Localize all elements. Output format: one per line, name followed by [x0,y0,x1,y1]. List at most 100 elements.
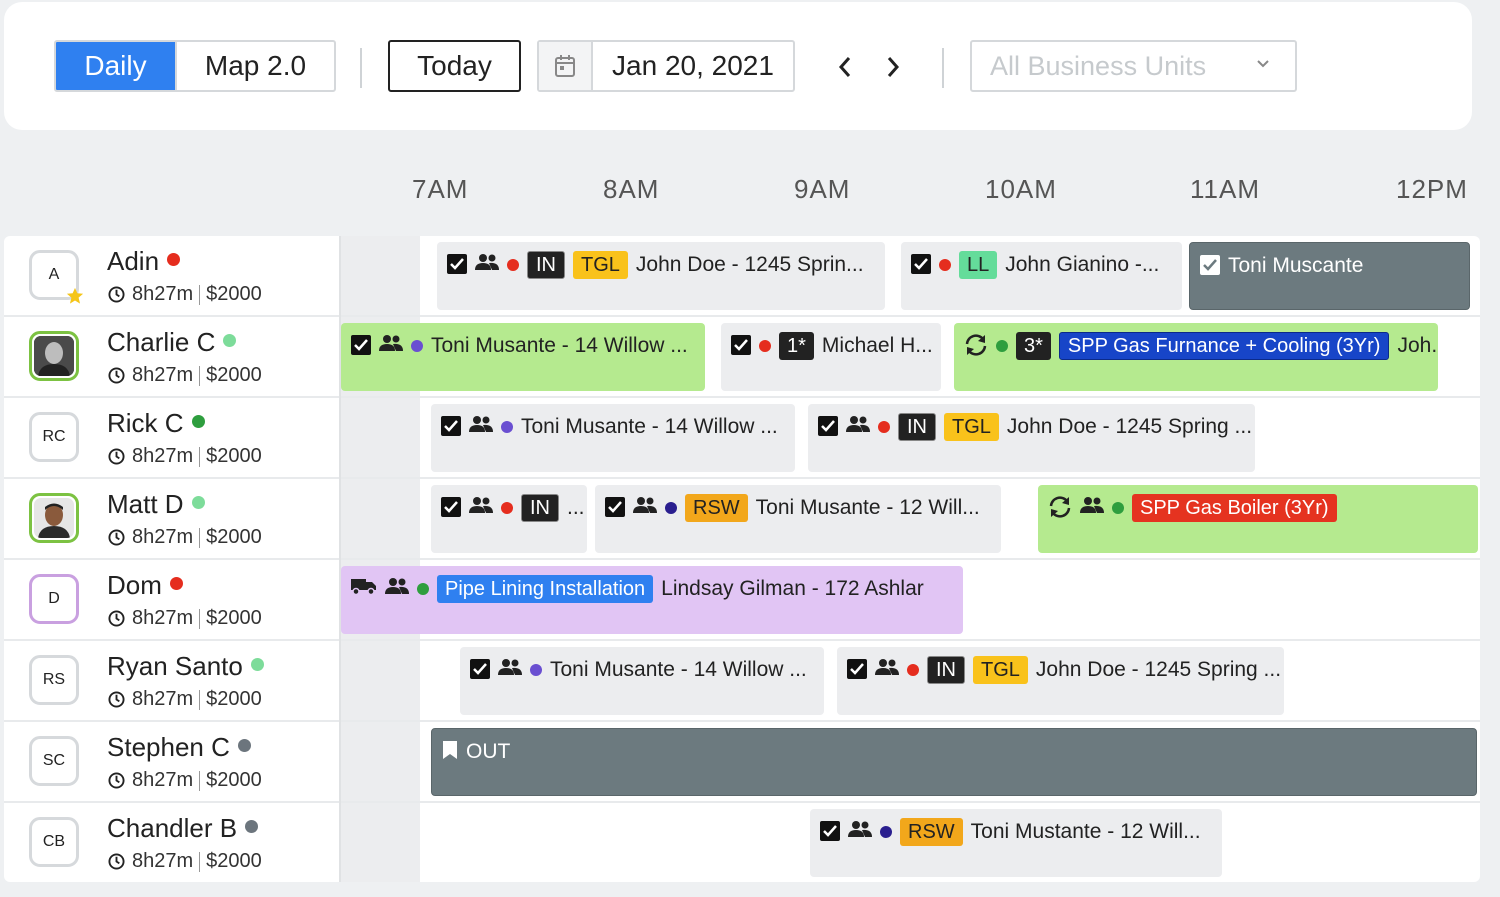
checkbox-icon [731,335,751,355]
job-card[interactable]: 1* Michael H... [721,323,941,391]
job-card[interactable]: LL John Gianino -... [901,242,1182,310]
technician-hours: 8h27m [132,850,194,872]
next-day-button[interactable] [878,50,908,84]
technician-amount: $2000 [206,607,262,629]
technician-info[interactable]: RC Rick C 8h27m $2000 [4,398,340,477]
job-card[interactable]: IN TGL John Doe - 1245 Sprin... [437,242,885,310]
job-title: John Doe - 1245 Spring ... [1035,658,1282,681]
status-dot [665,502,677,514]
checkbox-icon [470,659,490,679]
job-card[interactable]: SPP Gas Boiler (3Yr) [1038,485,1478,553]
technician-row: SC Stephen C 8h27m $2000 OUT [4,722,1480,803]
status-dot [169,577,183,590]
clock-icon [108,286,125,303]
status-dot [191,415,205,428]
job-title: Lindsay Gilman - 172 Ashlar [661,577,924,600]
checkbox-icon [818,416,838,436]
technician-info[interactable]: CB Chandler B 8h27m $2000 [4,803,340,882]
recurring-icon [964,334,988,356]
business-units-select[interactable]: All Business Units [970,40,1297,92]
technician-row: RS Ryan Santo 8h27m $2000 Toni Musante - … [4,641,1480,722]
job-card[interactable]: Toni Musante - 14 Willow ... [460,647,824,715]
status-dot [759,340,771,352]
divider [360,48,362,88]
star-icon [66,287,84,304]
chevron-down-icon [1257,60,1269,68]
prev-day-button[interactable] [830,50,860,84]
crew-icon [379,334,403,352]
job-card[interactable]: Toni Muscante [1189,242,1470,310]
status-dot [1112,502,1124,514]
status-dot [223,334,237,347]
job-title: Toni Musante - 14 Willow ... [521,415,778,438]
view-daily-button[interactable]: Daily [56,42,175,90]
checkbox-icon [605,497,625,517]
dispatch-board: A Adin 8h27m $2000 IN TGL John Doe - 1245… [4,236,1480,882]
status-dot [907,664,919,676]
checkbox-icon [351,335,371,355]
status-dot [507,259,519,271]
technician-hours: 8h27m [132,607,194,629]
divider [199,284,201,305]
view-map-button[interactable]: Map 2.0 [175,42,334,90]
job-card[interactable]: 3* SPP Gas Furnance + Cooling (3Yr) Joh.… [954,323,1438,391]
avatar: RS [29,655,79,705]
job-title: Michael H... [821,334,933,357]
job-title: Toni Muscante [1228,254,1364,277]
crew-icon [469,496,493,514]
job-card[interactable]: Pipe Lining Installation Lindsay Gilman … [341,566,963,634]
crew-icon [1080,496,1104,514]
checkbox-icon [441,497,461,517]
job-tag: TGL [573,251,628,279]
divider [199,770,201,791]
status-dot [411,340,423,352]
technician-info[interactable]: A Adin 8h27m $2000 [4,236,340,315]
job-title: Toni Musante - 14 Willow ... [550,658,807,681]
technician-info[interactable]: D Dom 8h27m $2000 [4,560,340,639]
job-card[interactable]: IN ... [431,485,587,553]
job-tag: RSW [900,818,963,846]
job-title: John Doe - 1245 Spring ... [1006,415,1253,438]
job-tag: IN [527,251,565,279]
calendar-icon[interactable] [539,42,593,90]
date-picker[interactable]: Jan 20, 2021 [537,40,795,92]
job-card[interactable]: Toni Musante - 14 Willow ... [431,404,795,472]
job-tag: SPP Gas Furnance + Cooling (3Yr) [1058,332,1390,360]
technician-info[interactable]: Matt D 8h27m $2000 [4,479,340,558]
checkbox-icon [1200,255,1220,275]
technician-info[interactable]: RS Ryan Santo 8h27m $2000 [4,641,340,720]
job-tag: TGL [973,656,1028,684]
today-button[interactable]: Today [388,40,521,92]
job-card[interactable]: RSW Toni Mustante - 12 Will... [810,809,1222,877]
status-dot [880,826,892,838]
job-card[interactable]: Toni Musante - 14 Willow ... [341,323,705,391]
job-card[interactable]: IN TGL John Doe - 1245 Spring ... [808,404,1255,472]
hour-label: 8AM [603,174,660,204]
job-card[interactable]: IN TGL John Doe - 1245 Spring ... [837,647,1284,715]
job-title: Toni Musante - 12 Will... [755,496,980,519]
view-switcher: Daily Map 2.0 [54,40,336,92]
bookmark-icon [442,740,458,760]
time-off-block[interactable]: OUT [431,728,1477,796]
technician-hours: 8h27m [132,526,194,548]
job-card[interactable]: RSW Toni Musante - 12 Will... [595,485,1001,553]
toolbar: Daily Map 2.0 Today Jan 20, 2021 All Bus… [4,2,1472,130]
avatar [29,331,79,381]
business-units-placeholder: All Business Units [990,50,1207,81]
divider [199,446,201,467]
technician-row: A Adin 8h27m $2000 IN TGL John Doe - 1245… [4,236,1480,317]
status-dot [167,253,181,266]
divider [942,48,944,88]
time-off-label: OUT [466,740,511,763]
job-tag: RSW [685,494,748,522]
job-title: Toni Musante - 14 Willow ... [431,334,688,357]
technician-info[interactable]: Charlie C 8h27m $2000 [4,317,340,396]
clock-icon [108,772,125,789]
technician-info[interactable]: SC Stephen C 8h27m $2000 [4,722,340,801]
avatar: A [29,250,84,304]
technician-amount: $2000 [206,445,262,467]
clock-icon [108,529,125,546]
status-dot [530,664,542,676]
technician-name: Stephen C [107,732,230,762]
date-value[interactable]: Jan 20, 2021 [593,42,793,90]
